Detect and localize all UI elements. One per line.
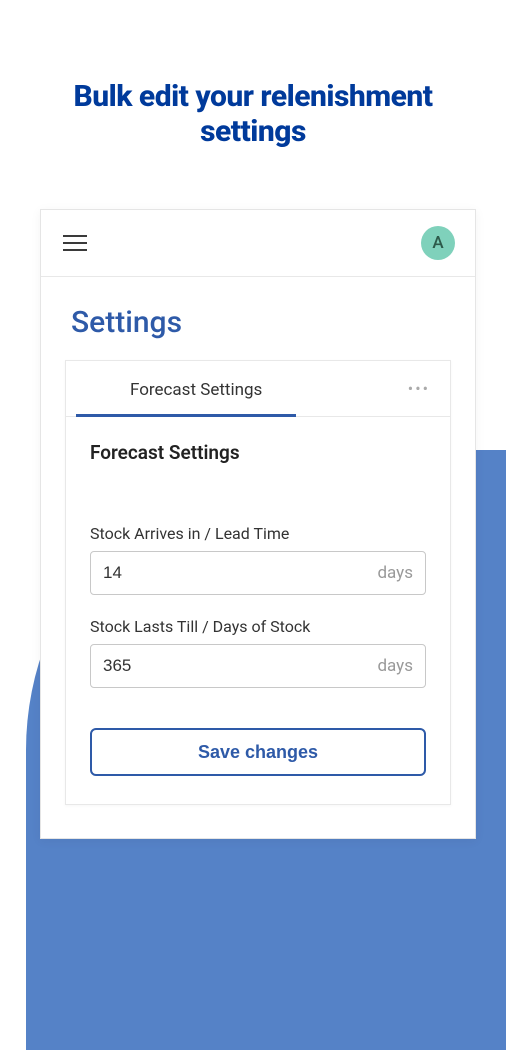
lead-time-input-wrapper[interactable]: days bbox=[90, 551, 426, 595]
app-header: A bbox=[41, 210, 475, 277]
save-button[interactable]: Save changes bbox=[90, 728, 426, 776]
lead-time-input[interactable] bbox=[103, 563, 377, 583]
tabs: Forecast Settings ••• bbox=[66, 361, 450, 417]
days-of-stock-input[interactable] bbox=[103, 656, 377, 676]
days-of-stock-label: Stock Lasts Till / Days of Stock bbox=[90, 617, 426, 636]
settings-card: Forecast Settings ••• Forecast Settings … bbox=[65, 360, 451, 805]
lead-time-unit: days bbox=[377, 563, 413, 583]
tab-label: Forecast Settings bbox=[130, 380, 262, 400]
lead-time-label: Stock Arrives in / Lead Time bbox=[90, 524, 426, 543]
tab-forecast-settings[interactable]: Forecast Settings bbox=[106, 362, 286, 416]
field-days-of-stock: Stock Lasts Till / Days of Stock days bbox=[90, 617, 426, 688]
field-lead-time: Stock Arrives in / Lead Time days bbox=[90, 524, 426, 595]
hamburger-menu-icon[interactable] bbox=[61, 231, 89, 255]
tab-more-icon[interactable]: ••• bbox=[388, 361, 450, 416]
headline-text: Bulk edit your relenishment settings bbox=[40, 80, 466, 149]
section-heading: Forecast Settings bbox=[90, 441, 426, 464]
days-of-stock-unit: days bbox=[377, 656, 413, 676]
page-title: Settings bbox=[41, 277, 475, 360]
avatar-initial: A bbox=[432, 233, 443, 253]
app-window: A Settings Forecast Settings ••• Forecas… bbox=[40, 209, 476, 839]
card-body: Forecast Settings Stock Arrives in / Lea… bbox=[66, 417, 450, 804]
marketing-headline: Bulk edit your relenishment settings bbox=[0, 0, 506, 189]
days-of-stock-input-wrapper[interactable]: days bbox=[90, 644, 426, 688]
avatar[interactable]: A bbox=[421, 226, 455, 260]
